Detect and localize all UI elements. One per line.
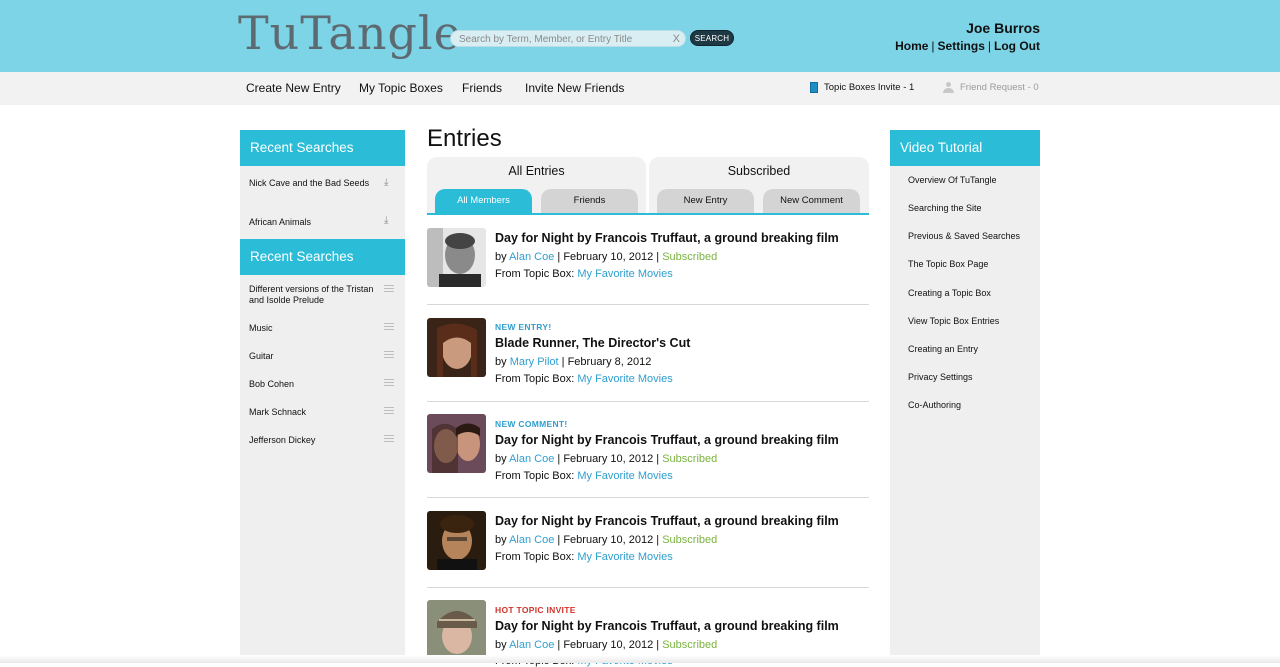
search-box: X [450,30,686,47]
left-sidebar [240,130,405,663]
subscribed-label: Subscribed [662,639,718,651]
search-input[interactable] [459,32,664,46]
site-logo[interactable]: TuTangle [238,6,462,60]
topic-box-link[interactable]: My Favorite Movies [577,551,672,563]
tab-underline [427,213,869,215]
tutorial-link[interactable]: The Topic Box Page [908,259,988,269]
recent-search-item[interactable]: Jefferson Dickey [249,435,379,446]
recent-search-item[interactable]: Guitar [249,351,379,362]
author-link[interactable]: Mary Pilot [510,356,559,368]
recent-search-item[interactable]: Different versions of the Tristan and Is… [249,284,379,306]
user-links: Home | Settings | Log Out [895,39,1040,53]
search-button[interactable]: SEARCH [690,30,734,46]
nav-friends[interactable]: Friends [462,81,502,95]
avatar[interactable] [427,318,486,377]
recent-search-item[interactable]: Music [249,323,379,334]
nav-invite-friends[interactable]: Invite New Friends [525,81,624,95]
tutorial-link[interactable]: Co-Authoring [908,400,961,410]
home-link[interactable]: Home [895,39,928,53]
topic-box-invite[interactable]: Topic Boxes Invite - 1 [810,82,914,93]
tutorial-link[interactable]: Searching the Site [908,203,982,213]
author-link[interactable]: Alan Coe [509,251,554,263]
download-icon[interactable]: ⤓ [384,216,394,226]
tutorial-link[interactable]: Previous & Saved Searches [908,231,1020,241]
list-icon[interactable] [384,323,394,331]
subscribed-label: Subscribed [662,453,718,465]
entry-byline: by Alan Coe | February 10, 2012 | Subscr… [495,639,718,651]
divider [427,497,869,498]
entry-title[interactable]: Day for Night by Francois Truffaut, a gr… [495,619,839,633]
avatar[interactable] [427,228,486,287]
author-link[interactable]: Alan Coe [509,639,554,651]
logout-link[interactable]: Log Out [994,39,1040,53]
nav-create-entry[interactable]: Create New Entry [246,81,341,95]
recent-searches-heading: Recent Searches [240,239,405,275]
divider [427,304,869,305]
list-icon[interactable] [384,435,394,443]
entry-topic-box: From Topic Box: My Favorite Movies [495,470,673,482]
entry-topic-box: From Topic Box: My Favorite Movies [495,373,673,385]
tab-subscribed[interactable]: Subscribed [649,164,869,178]
entry-byline: by Alan Coe | February 10, 2012 | Subscr… [495,534,718,546]
tab-all-entries[interactable]: All Entries [427,164,646,178]
list-icon[interactable] [384,351,394,359]
entry-tag: NEW COMMENT! [495,419,568,429]
tab-friends[interactable]: Friends [541,189,638,213]
divider [427,401,869,402]
tutorial-link[interactable]: Overview Of TuTangle [908,175,997,185]
entry-topic-box: From Topic Box: My Favorite Movies [495,551,673,563]
entry-byline: by Alan Coe | February 10, 2012 | Subscr… [495,453,718,465]
user-name: Joe Burros [966,20,1040,36]
entry-byline: by Mary Pilot | February 8, 2012 [495,356,652,368]
tutorial-link[interactable]: Privacy Settings [908,372,973,382]
recent-search-item[interactable]: Mark Schnack [249,407,379,418]
entry-title[interactable]: Day for Night by Francois Truffaut, a gr… [495,231,839,245]
nav-my-topic-boxes[interactable]: My Topic Boxes [359,81,443,95]
page-title: Entries [427,125,502,152]
tab-new-entry[interactable]: New Entry [657,189,754,213]
divider [427,587,869,588]
tutorial-link[interactable]: Creating a Topic Box [908,288,991,298]
nav-bar [0,72,1280,105]
entry-title[interactable]: Day for Night by Francois Truffaut, a gr… [495,433,839,447]
friend-icon [943,82,954,93]
topic-box-link[interactable]: My Favorite Movies [577,373,672,385]
topic-box-link[interactable]: My Favorite Movies [577,470,672,482]
topic-box-link[interactable]: My Favorite Movies [577,268,672,280]
tab-all-members[interactable]: All Members [435,189,532,213]
entry-tag: NEW ENTRY! [495,322,552,332]
recent-search-item[interactable]: Bob Cohen [249,379,379,390]
list-icon[interactable] [384,285,394,293]
list-icon[interactable] [384,407,394,415]
recent-searches-heading: Recent Searches [240,130,405,166]
author-link[interactable]: Alan Coe [509,534,554,546]
list-icon[interactable] [384,379,394,387]
friend-request[interactable]: Friend Request - 0 [943,82,1039,93]
author-link[interactable]: Alan Coe [509,453,554,465]
entry-tag: HOT TOPIC INVITE [495,605,576,615]
tab-new-comment[interactable]: New Comment [763,189,860,213]
subscribed-label: Subscribed [662,251,718,263]
entry-title[interactable]: Day for Night by Francois Truffaut, a gr… [495,514,839,528]
topic-box-icon [810,82,818,93]
recent-search-item[interactable]: African Animals [249,217,379,228]
recent-search-item[interactable]: Nick Cave and the Bad Seeds [249,178,379,189]
entry-byline: by Alan Coe | February 10, 2012 | Subscr… [495,251,718,263]
avatar[interactable] [427,511,486,570]
avatar[interactable] [427,414,486,473]
avatar[interactable] [427,600,486,659]
bottom-shadow [0,655,1280,663]
tutorial-link[interactable]: Creating an Entry [908,344,978,354]
video-tutorial-heading: Video Tutorial [890,130,1040,166]
download-icon[interactable]: ⤓ [384,178,394,188]
clear-search-button[interactable]: X [673,31,680,47]
subscribed-label: Subscribed [662,534,718,546]
tutorial-link[interactable]: View Topic Box Entries [908,316,999,326]
entry-topic-box: From Topic Box: My Favorite Movies [495,268,673,280]
entry-title[interactable]: Blade Runner, The Director's Cut [495,336,690,350]
settings-link[interactable]: Settings [938,39,985,53]
